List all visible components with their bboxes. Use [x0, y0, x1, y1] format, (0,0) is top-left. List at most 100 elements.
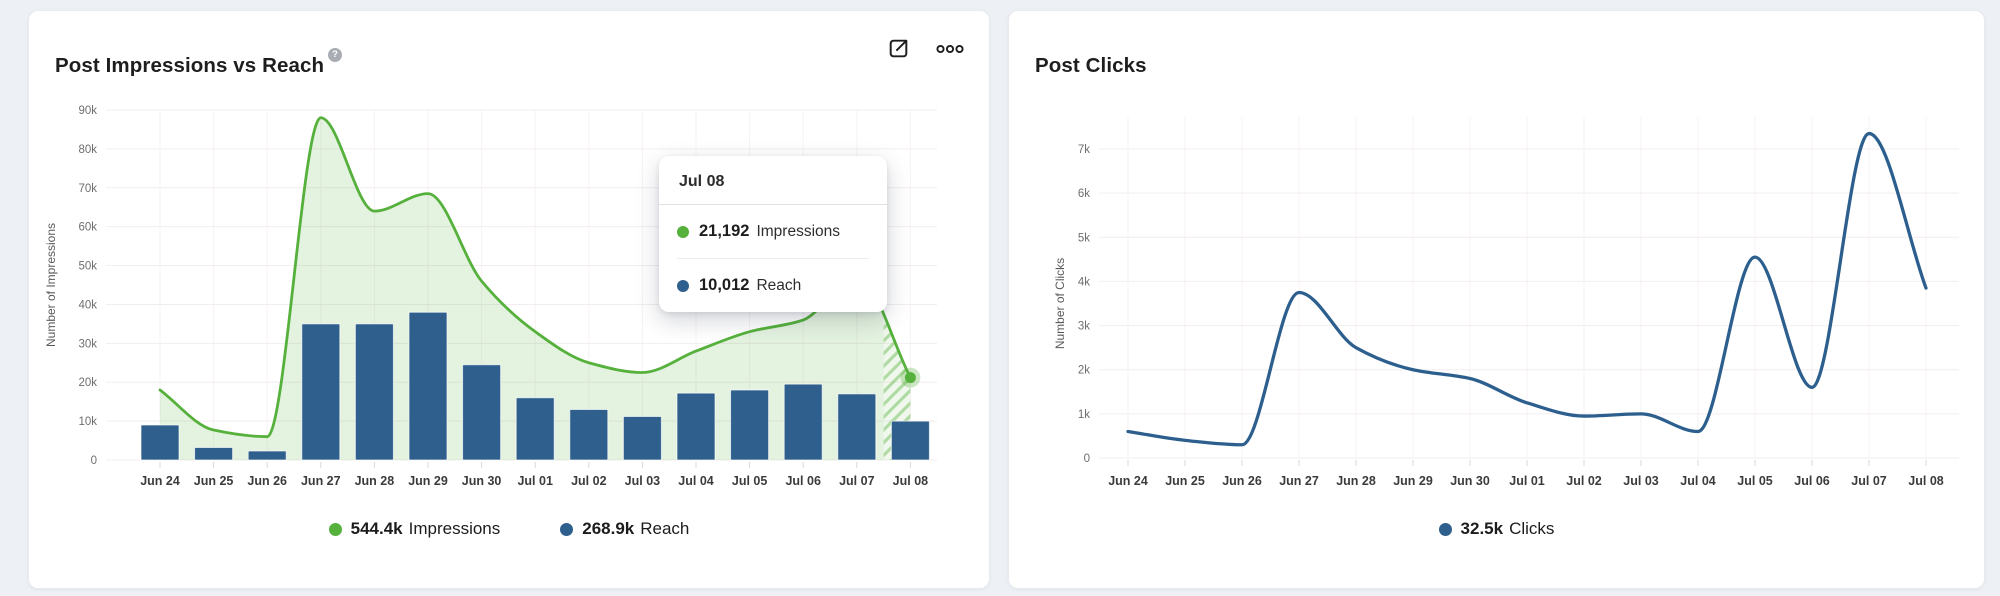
x-tick-label: Jun 30 — [1450, 474, 1490, 488]
x-tick-label: Jul 05 — [1737, 474, 1772, 488]
legend-value: 32.5k — [1460, 519, 1504, 538]
y-tick-label: 70k — [78, 183, 97, 195]
card-actions — [885, 37, 964, 63]
dashboard-page: Post Impressions vs Reach? 0 10k 20k 30k… — [0, 0, 2000, 596]
tooltip-title: Jul 08 — [659, 156, 887, 205]
y-axis-title: Number of Impressions — [44, 223, 58, 347]
impressions-dot — [677, 225, 689, 238]
x-tick-label: Jul 07 — [839, 474, 874, 488]
y-tick-label: 2k — [1078, 365, 1090, 377]
x-tick-label: Jun 25 — [194, 474, 234, 488]
reach-bar[interactable] — [676, 392, 716, 461]
x-tick-label: Jul 04 — [678, 474, 713, 488]
reach-bar[interactable] — [837, 393, 877, 461]
reach-bar[interactable] — [301, 323, 341, 461]
x-tick-label: Jul 01 — [517, 474, 552, 488]
tooltip-label: Reach — [756, 276, 802, 294]
x-tick-label: Jun 25 — [1165, 474, 1205, 488]
post-clicks-card: Post Clicks 0 1k 2k 3k 4k 5k 6k 7k Jun 24 Jun 25 J… — [1008, 10, 1985, 589]
legend-item-reach[interactable]: 268.9k Reach — [560, 519, 689, 539]
x-tick-label: Jun 30 — [462, 474, 502, 488]
reach-bar[interactable] — [247, 450, 287, 461]
ellipsis-icon — [936, 43, 964, 58]
y-axis-title: Number of Clicks — [1053, 258, 1067, 349]
x-tick-label: Jul 06 — [1794, 474, 1829, 488]
tooltip-value: 10,012 — [699, 276, 750, 294]
help-icon[interactable]: ? — [328, 48, 343, 62]
reach-bar[interactable] — [462, 364, 502, 461]
legend-dot-clicks — [1438, 522, 1452, 536]
post-impressions-vs-reach-card: Post Impressions vs Reach? 0 10k 20k 30k… — [28, 10, 990, 589]
y-tick-label: 5k — [1078, 232, 1090, 244]
y-tick-label: 0 — [1084, 453, 1090, 465]
x-tick-label: Jun 24 — [1108, 474, 1148, 488]
reach-bar[interactable] — [569, 408, 609, 461]
x-tick-label: Jun 27 — [1279, 474, 1319, 488]
x-tick-label: Jul 08 — [893, 474, 928, 488]
reach-dot — [677, 279, 689, 292]
x-tick-label: Jun 29 — [1393, 474, 1433, 488]
reach-bar[interactable] — [194, 447, 234, 461]
chart-legend: 544.4k Impressions 268.9k Reach — [29, 519, 989, 539]
x-tick-label: Jul 04 — [1680, 474, 1715, 488]
y-tick-label: 40k — [78, 299, 97, 311]
x-tick-label: Jul 01 — [1509, 474, 1544, 488]
x-tick-label: Jul 08 — [1908, 474, 1943, 488]
x-tick-label: Jun 27 — [301, 474, 341, 488]
x-tick-label: Jun 29 — [408, 474, 448, 488]
legend-dot-impressions — [328, 522, 342, 536]
y-tick-label: 50k — [78, 261, 97, 273]
x-tick-label: Jul 03 — [625, 474, 660, 488]
y-tick-label: 4k — [1078, 276, 1090, 288]
more-options-button[interactable] — [936, 37, 964, 63]
legend-item-impressions[interactable]: 544.4k Impressions — [328, 519, 501, 539]
x-tick-label: Jul 05 — [732, 474, 767, 488]
reach-bar[interactable] — [730, 389, 770, 461]
x-tick-label: Jul 02 — [571, 474, 606, 488]
external-link-icon — [886, 36, 911, 64]
x-tick-label: Jun 24 — [140, 474, 180, 488]
legend-label: Clicks — [1509, 519, 1555, 538]
x-tick-label: Jun 26 — [1222, 474, 1262, 488]
y-tick-label: 7k — [1078, 144, 1090, 156]
reach-bar[interactable] — [354, 323, 394, 461]
y-tick-label: 60k — [78, 222, 97, 234]
reach-bar[interactable] — [622, 415, 662, 461]
legend-label: Impressions — [408, 519, 501, 538]
x-tick-label: Jul 03 — [1623, 474, 1658, 488]
y-tick-label: 6k — [1078, 188, 1090, 200]
legend-value: 544.4k — [350, 519, 403, 538]
y-tick-label: 1k — [1078, 409, 1090, 421]
y-tick-label: 0 — [91, 455, 97, 467]
x-tick-label: Jul 06 — [785, 474, 820, 488]
tooltip-value: 21,192 — [699, 222, 750, 240]
tooltip-label: Impressions — [756, 222, 841, 240]
legend-dot-reach — [560, 522, 574, 536]
reach-bar[interactable] — [890, 420, 930, 461]
y-tick-label: 80k — [78, 144, 97, 156]
x-tick-label: Jun 28 — [1336, 474, 1376, 488]
y-tick-label: 3k — [1078, 321, 1090, 333]
hovered-point-marker[interactable] — [904, 372, 916, 384]
x-tick-label: Jun 26 — [247, 474, 287, 488]
y-tick-label: 90k — [78, 105, 97, 117]
post-clicks-chart[interactable]: 0 1k 2k 3k 4k 5k 6k 7k Jun 24 Jun 25 Jun 26 Jun 27 J… — [1009, 69, 1984, 517]
legend-value: 268.9k — [582, 519, 635, 538]
y-tick-label: 10k — [78, 416, 97, 428]
chart-legend: 32.5k Clicks — [1009, 519, 1984, 539]
x-tick-label: Jul 02 — [1566, 474, 1601, 488]
reach-bar[interactable] — [783, 383, 823, 461]
x-tick-label: Jun 28 — [355, 474, 395, 488]
tooltip-row-reach: 10,012 Reach — [659, 259, 887, 312]
legend-label: Reach — [640, 519, 690, 538]
tooltip-row-impressions: 21,192 Impressions — [659, 205, 887, 258]
reach-bar[interactable] — [140, 424, 180, 461]
reach-bar[interactable] — [515, 397, 555, 461]
legend-item-clicks[interactable]: 32.5k Clicks — [1438, 519, 1555, 539]
reach-bar[interactable] — [408, 311, 448, 461]
export-button[interactable] — [885, 37, 911, 63]
y-tick-label: 30k — [78, 338, 97, 350]
x-tick-label: Jul 07 — [1851, 474, 1886, 488]
y-tick-label: 20k — [78, 377, 97, 389]
chart-tooltip: Jul 08 21,192 Impressions 10,012 Reach — [659, 156, 887, 312]
